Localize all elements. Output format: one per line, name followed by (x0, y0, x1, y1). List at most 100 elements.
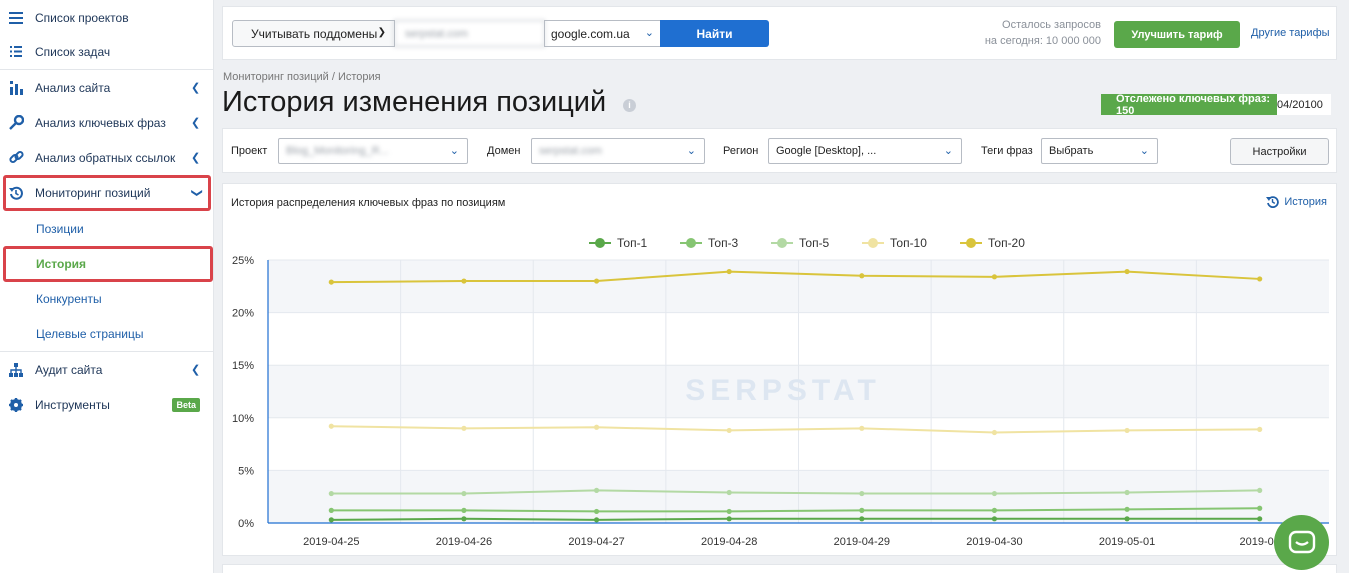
sidebar-subitem-label: Позиции (36, 221, 84, 236)
data-point (1124, 489, 1130, 496)
subdomains-select[interactable]: Учитывать поддомены ❯ (232, 20, 395, 47)
sitemap-icon (8, 362, 24, 378)
region-label: Регион (723, 145, 759, 157)
upgrade-button[interactable]: Улучшить тариф (1114, 21, 1240, 48)
data-point (328, 490, 334, 497)
annotation-highlight (3, 175, 211, 211)
domain-input[interactable]: serpstat.com (394, 20, 545, 47)
sidebar-subitem-positions[interactable]: Позиции (0, 211, 214, 246)
y-tick-label: 15% (232, 360, 254, 372)
quota-line: Осталось запросов (1002, 19, 1101, 31)
sidebar-item-keywords[interactable]: Анализ ключевых фраз ❮ (0, 105, 214, 140)
y-tick-label: 20% (232, 308, 254, 320)
x-tick-label: 2019-05-01 (1099, 536, 1155, 548)
series-line (331, 517, 1260, 521)
data-point (726, 516, 732, 522)
tags-select[interactable]: Выбрать ⌄ (1041, 138, 1158, 164)
data-point (593, 424, 600, 430)
chevron-left-icon: ❮ (191, 82, 201, 94)
sidebar-subitem-competitors[interactable]: Конкуренты (0, 281, 214, 316)
y-tick-label: 5% (238, 465, 254, 477)
annotation-highlight (3, 246, 213, 282)
data-point (328, 507, 334, 513)
data-point (1257, 426, 1263, 432)
sidebar-subitem-label: Целевые страницы (36, 326, 144, 341)
chevron-down-icon: ⌄ (686, 145, 696, 157)
filter-bar: Проект Blog_Monitoring_R... ⌄ Домен serp… (222, 128, 1337, 173)
data-point (1124, 268, 1130, 275)
sidebar-subitem-target-pages[interactable]: Целевые страницы (0, 316, 214, 351)
chevron-left-icon: ❮ (191, 152, 201, 164)
x-tick-label: 2019-04-28 (701, 536, 757, 548)
search-engine-select[interactable]: google.com.ua ⌄ (544, 20, 661, 47)
sidebar: Список проектов Список задач Анализ сайт… (0, 0, 214, 573)
data-point (991, 507, 998, 513)
chevron-left-icon: ❮ (191, 364, 201, 376)
legend-label: Топ-1 (617, 236, 648, 250)
data-point (461, 278, 467, 284)
domain-select[interactable]: serpstat.com ⌄ (531, 138, 705, 164)
data-point (461, 425, 467, 431)
data-point (991, 274, 998, 280)
info-icon[interactable]: i (623, 99, 636, 112)
data-point (593, 508, 600, 515)
data-point (461, 516, 467, 522)
sidebar-item-projects[interactable]: Список проектов (0, 0, 214, 35)
project-select[interactable]: Blog_Monitoring_R... ⌄ (278, 138, 468, 164)
settings-button[interactable]: Настройки (1230, 138, 1329, 165)
key-icon (8, 115, 24, 131)
region-value: Google [Desktop], ... (776, 145, 877, 157)
data-point (726, 508, 732, 515)
chat-button[interactable] (1274, 515, 1329, 570)
x-tick-label: 2019-04-25 (303, 536, 359, 548)
beta-badge: Beta (172, 397, 200, 412)
chevron-down-icon: ❯ (377, 27, 386, 38)
sidebar-item-label: Анализ ключевых фраз (35, 115, 166, 130)
x-tick-label: 2019-04-26 (436, 536, 492, 548)
tags-value: Выбрать (1049, 145, 1094, 157)
data-point (593, 487, 600, 493)
data-point (859, 490, 865, 497)
data-point (1124, 516, 1130, 522)
sidebar-item-site-audit[interactable]: Аудит сайта ❮ (0, 352, 214, 387)
data-point (1257, 276, 1263, 282)
sidebar-item-label: Список задач (35, 44, 111, 59)
data-point (726, 489, 732, 496)
project-value: Blog_Monitoring_R... (286, 145, 389, 157)
data-point (1257, 487, 1263, 493)
chevron-down-icon: ⌄ (1139, 145, 1149, 157)
sidebar-item-tasks[interactable]: Список задач (0, 34, 214, 69)
domain-label: Домен (487, 145, 521, 157)
region-select[interactable]: Google [Desktop], ... ⌄ (768, 138, 962, 164)
data-point (328, 517, 334, 523)
sidebar-item-backlinks[interactable]: Анализ обратных ссылок ❮ (0, 140, 214, 175)
tags-label: Теги фраз (981, 145, 1033, 157)
find-button[interactable]: Найти (660, 20, 769, 47)
data-point (461, 490, 467, 497)
y-tick-label: 10% (232, 413, 254, 425)
data-point (991, 490, 998, 497)
sidebar-item-label: Список проектов (35, 10, 129, 25)
sidebar-item-label: Аудит сайта (35, 362, 103, 377)
data-point (859, 273, 865, 279)
breadcrumb[interactable]: Мониторинг позиций / История (223, 71, 381, 83)
sidebar-item-site-analysis[interactable]: Анализ сайта ❮ (0, 70, 214, 105)
data-point (726, 427, 732, 434)
chevron-left-icon: ❮ (191, 117, 201, 129)
sidebar-item-tools[interactable]: Инструменты Beta (0, 387, 214, 422)
legend-label: Топ-10 (890, 236, 927, 250)
x-tick-label: 2019-04-29 (834, 536, 890, 548)
project-label: Проект (231, 145, 268, 157)
chevron-down-icon: ⌄ (943, 145, 953, 157)
next-card (222, 564, 1337, 573)
data-point (859, 516, 865, 522)
other-plans-link[interactable]: Другие тарифы (1251, 27, 1330, 39)
upgrade-label: Улучшить тариф (1131, 28, 1223, 41)
domain-value: serpstat.com (405, 27, 468, 40)
sidebar-item-label: Анализ сайта (35, 80, 111, 95)
data-point (859, 425, 865, 431)
sidebar-subitem-label: Конкуренты (36, 291, 102, 306)
data-point (1257, 505, 1263, 511)
gear-icon (8, 397, 24, 413)
find-label: Найти (696, 26, 733, 41)
